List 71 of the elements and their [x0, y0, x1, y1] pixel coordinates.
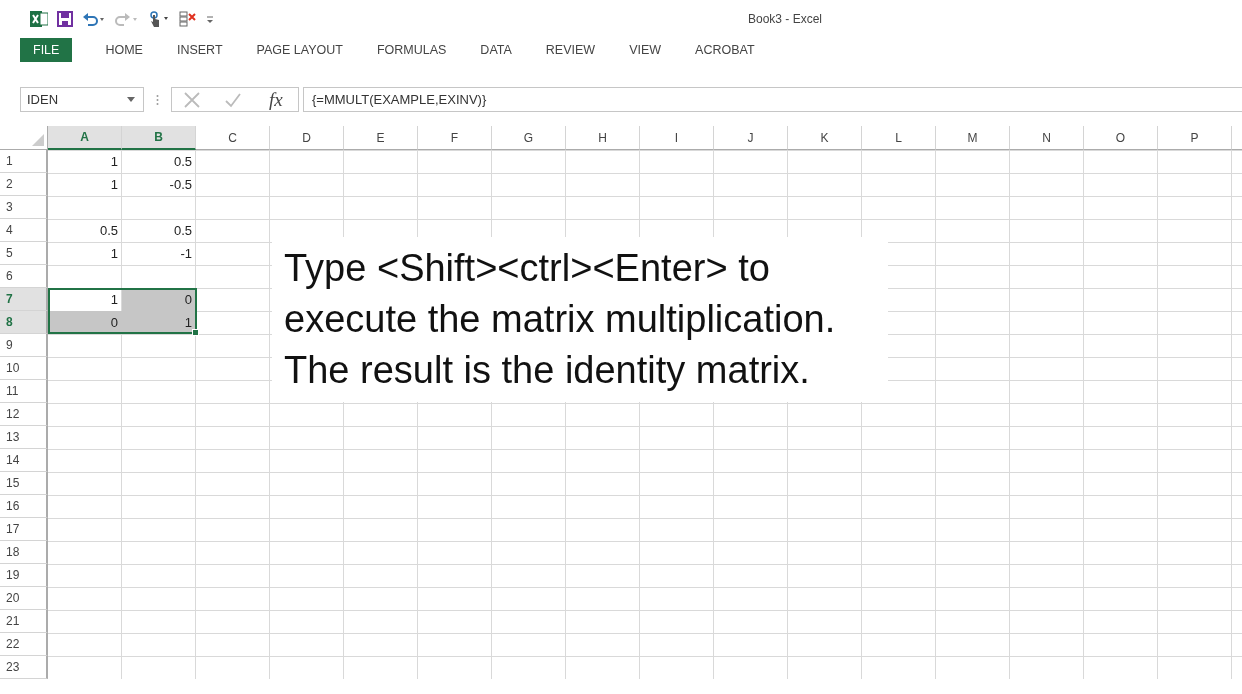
- column-header[interactable]: G: [492, 126, 566, 150]
- grip-icon: [156, 93, 159, 106]
- column-header[interactable]: M: [936, 126, 1010, 150]
- column-header[interactable]: C: [196, 126, 270, 150]
- table-cell-text: 1: [109, 291, 119, 309]
- row-header[interactable]: 20: [0, 587, 48, 610]
- row-header[interactable]: 9: [0, 334, 48, 357]
- undo-icon[interactable]: [82, 12, 106, 26]
- row-header[interactable]: 10: [0, 357, 48, 380]
- column-header[interactable]: L: [862, 126, 936, 150]
- row-header[interactable]: 19: [0, 564, 48, 587]
- ribbon-tab[interactable]: HOME: [94, 38, 154, 62]
- ribbon-tab[interactable]: PAGE LAYOUT: [245, 38, 354, 62]
- row-header[interactable]: 4: [0, 219, 48, 242]
- table-cell: 0: [122, 288, 196, 311]
- table-cell-text: 0.5: [172, 153, 193, 171]
- table-cell: 1: [122, 311, 196, 334]
- table-cell-text: 0.5: [172, 222, 193, 240]
- ribbon-tab[interactable]: REVIEW: [534, 38, 607, 62]
- row-header[interactable]: 15: [0, 472, 48, 495]
- excel-logo-icon: [30, 11, 48, 27]
- row-header[interactable]: 5: [0, 242, 48, 265]
- ribbon-tab[interactable]: DATA: [469, 38, 523, 62]
- row-header[interactable]: 21: [0, 610, 48, 633]
- table-cell-text: -1: [179, 245, 193, 263]
- column-header[interactable]: K: [788, 126, 862, 150]
- column-header[interactable]: B: [122, 126, 196, 150]
- row-header[interactable]: 3: [0, 196, 48, 219]
- column-header[interactable]: D: [270, 126, 344, 150]
- row-header[interactable]: 8: [0, 311, 48, 334]
- row-header[interactable]: 14: [0, 449, 48, 472]
- table-cell-text: 1: [109, 153, 119, 171]
- column-header[interactable]: P: [1158, 126, 1232, 150]
- table-cell-text: 1: [109, 245, 119, 263]
- table-cell-text: 1: [109, 176, 119, 194]
- ribbon-tab[interactable]: FILE: [20, 38, 73, 62]
- save-icon[interactable]: [57, 11, 73, 27]
- insert-function-button[interactable]: fx: [264, 88, 287, 111]
- row-header[interactable]: 18: [0, 541, 48, 564]
- row-header[interactable]: 1: [0, 150, 48, 173]
- ribbon-tab[interactable]: INSERT: [165, 38, 234, 62]
- customize-icon[interactable]: [206, 14, 214, 24]
- row-header[interactable]: 22: [0, 633, 48, 656]
- ribbon-tab[interactable]: ACROBAT: [684, 38, 766, 62]
- column-header[interactable]: N: [1010, 126, 1084, 150]
- ribbon-tab[interactable]: VIEW: [618, 38, 673, 62]
- touch-icon[interactable]: [148, 11, 170, 27]
- row-header[interactable]: 16: [0, 495, 48, 518]
- row-header[interactable]: 13: [0, 426, 48, 449]
- formula-field[interactable]: {=MMULT(EXAMPLE,EXINV)}: [303, 87, 1242, 112]
- row-header[interactable]: 12: [0, 403, 48, 426]
- column-header[interactable]: F: [418, 126, 492, 150]
- row-header[interactable]: 23: [0, 656, 48, 679]
- table-cell-text: 0.5: [98, 222, 119, 240]
- column-header[interactable]: I: [640, 126, 714, 150]
- window-title: Book3 - Excel: [747, 12, 822, 26]
- column-header[interactable]: O: [1084, 126, 1158, 150]
- row-header[interactable]: 17: [0, 518, 48, 541]
- column-header[interactable]: J: [714, 126, 788, 150]
- row-header[interactable]: 7: [0, 288, 48, 311]
- column-header[interactable]: A: [48, 126, 122, 150]
- ribbon-tab[interactable]: FORMULAS: [365, 38, 458, 62]
- name-box[interactable]: IDEN: [20, 87, 144, 112]
- sheet-clear-icon[interactable]: [179, 11, 197, 27]
- column-header[interactable]: H: [566, 126, 640, 150]
- table-cell-text: -0.5: [168, 176, 193, 194]
- column-header[interactable]: E: [344, 126, 418, 150]
- row-header[interactable]: 11: [0, 380, 48, 403]
- note-text: Type <Shift><ctrl><Enter> to execute the matrix multiplication. The result is the identity matrix.: [272, 237, 888, 402]
- row-header[interactable]: 2: [0, 173, 48, 196]
- row-header[interactable]: 6: [0, 265, 48, 288]
